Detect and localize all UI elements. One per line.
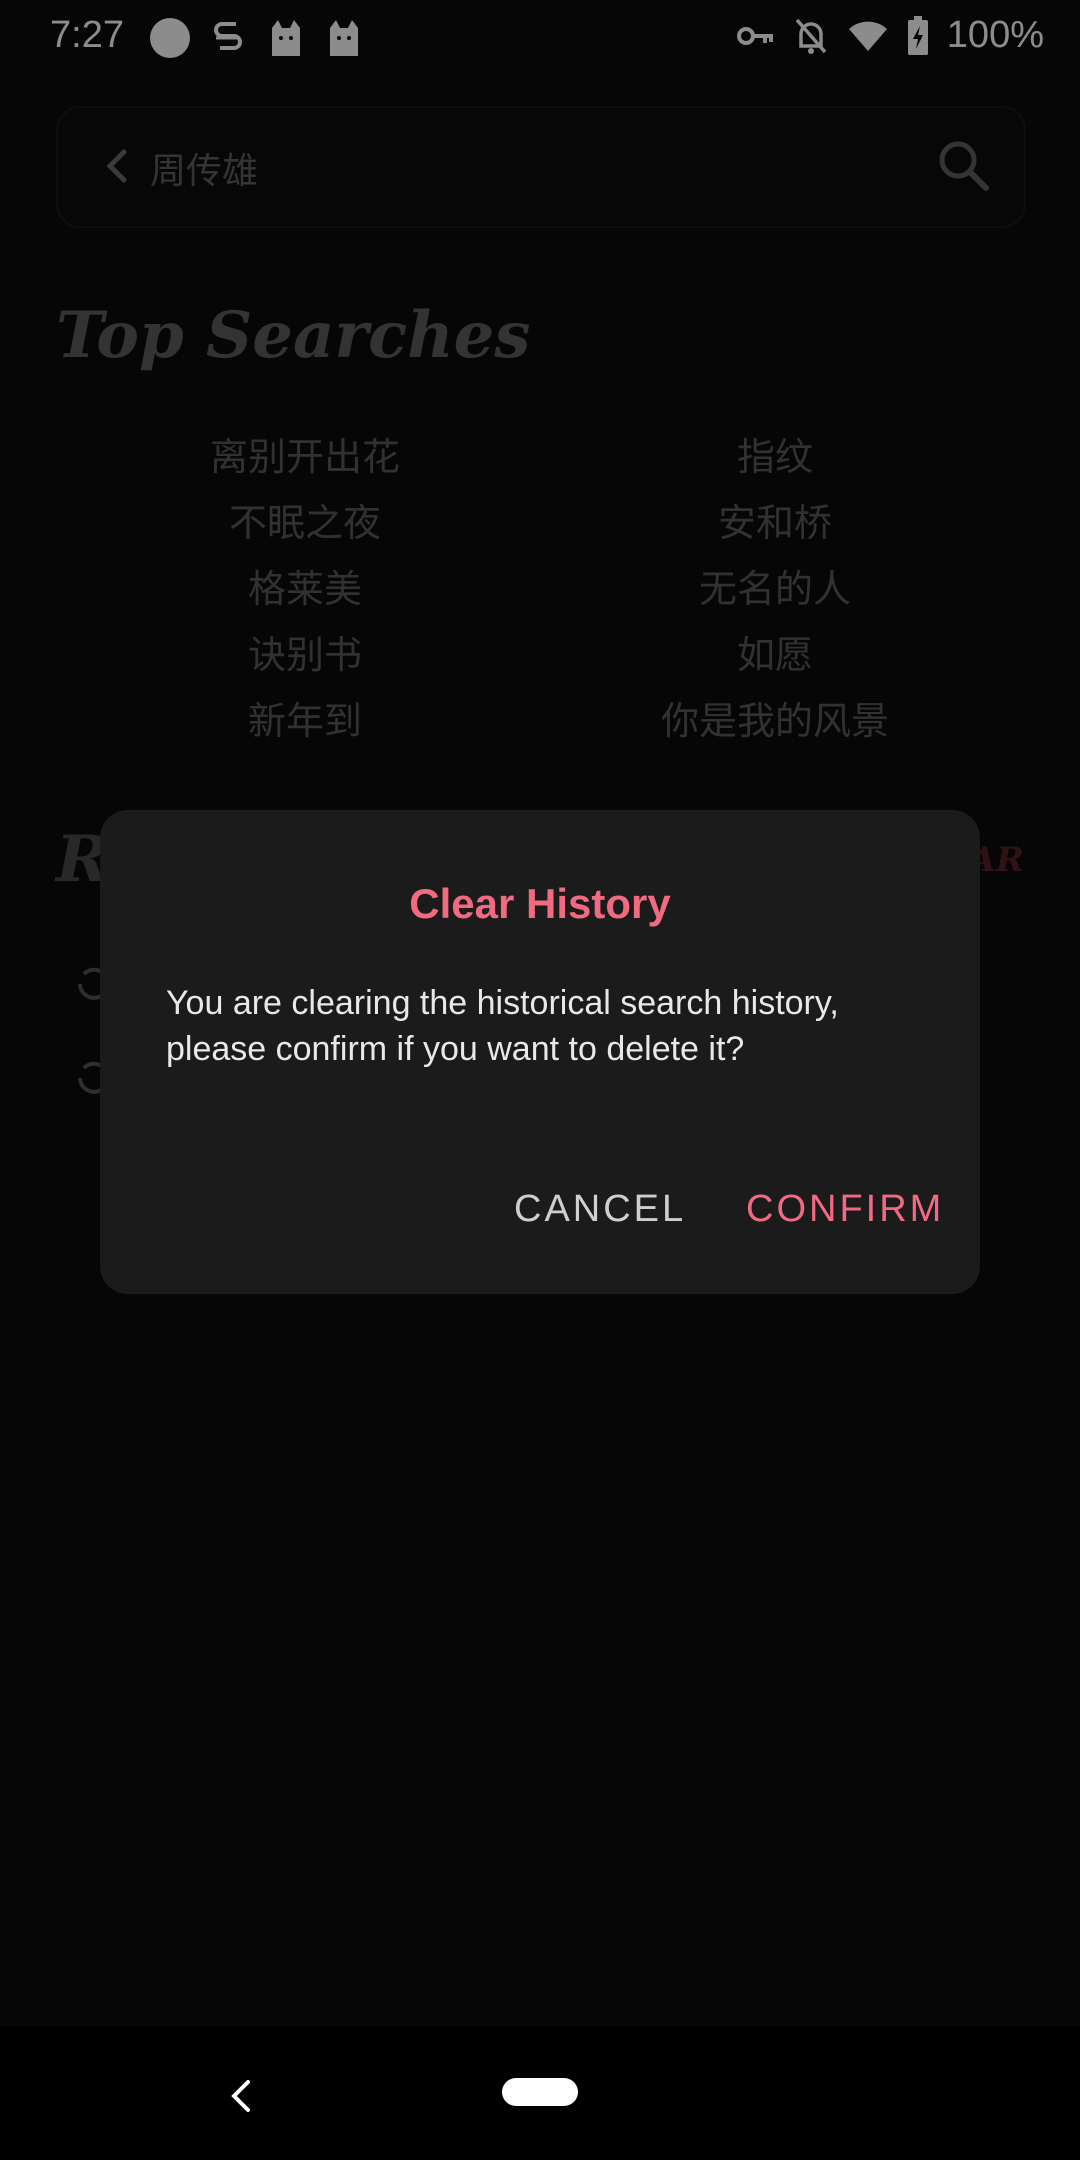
cancel-button[interactable]: CANCEL [514, 1188, 686, 1231]
confirm-button[interactable]: CONFIRM [746, 1188, 944, 1231]
navigation-bar [0, 2026, 1080, 2160]
dialog-message: You are clearing the historical search h… [166, 984, 839, 1068]
nav-back-icon[interactable] [226, 2078, 254, 2114]
clear-history-dialog: Clear History You are clearing the histo… [100, 810, 980, 1294]
dialog-title: Clear History [409, 880, 671, 927]
nav-home-pill[interactable] [502, 2078, 578, 2106]
